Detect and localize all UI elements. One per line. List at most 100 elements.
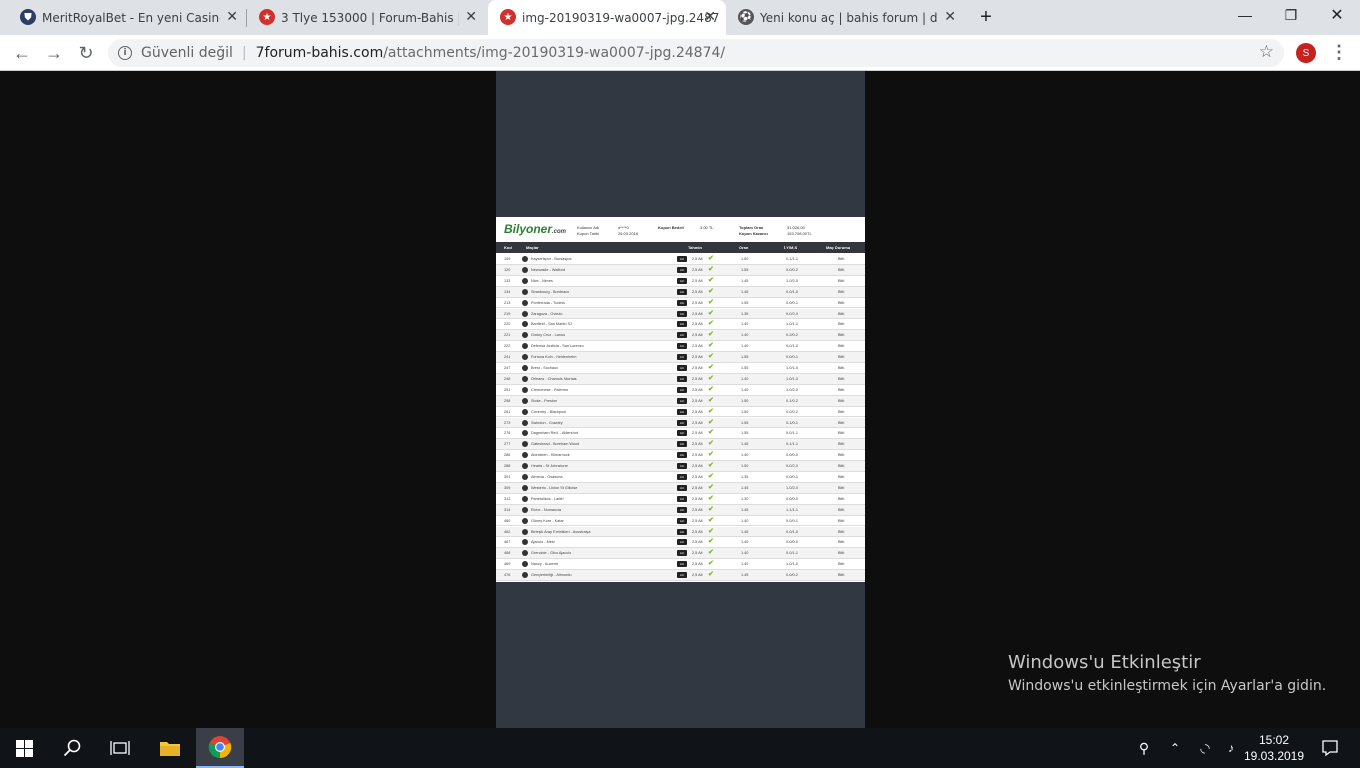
row-prediction: 2,5 Alt [692,267,703,272]
row-prediction: 2,5 Alt [692,507,703,512]
start-button[interactable] [0,728,48,768]
row-odds: 1.55 [741,366,749,370]
row-score: 0-2/0-2 [786,333,799,338]
row-match: Nice - Nimes [531,278,553,283]
close-icon[interactable]: ✕ [226,8,238,25]
col-mac-durumu: Maç Durumu [826,245,851,250]
row-odds: 1.45 [741,442,749,447]
col-tahmin: Tahmin [688,245,702,250]
row-odds: 1.50 [741,398,749,403]
chevron-up-icon[interactable]: ⌃ [1160,728,1190,768]
tab-forum-bahis[interactable]: ★ 3 Tlye 153000 | Forum-Bahis | Be ✕ [259,0,477,35]
minimize-button[interactable]: — [1222,0,1268,30]
clock[interactable]: 15:02 19.03.2019 [1242,732,1306,764]
task-view-icon[interactable] [96,728,144,768]
row-code: 276 [504,431,511,436]
value-stake: 3.00 TL [700,225,714,230]
market-badge: AU [677,484,687,491]
file-explorer-icon[interactable] [146,728,194,768]
table-row: AU ✔ 241 Fortuna Koln - Heidenheim 2,5 Alt 1.… [496,352,865,363]
row-odds: 1.45 [741,507,749,512]
row-code: 247 [504,366,511,370]
row-match: Grenoble - Gfco Ajaccio [531,551,572,556]
row-match: Hearts - St Johnstone [531,464,568,469]
close-icon[interactable]: ✕ [944,8,956,25]
row-score: 0-0/0-2 [786,409,799,414]
back-button[interactable]: ← [6,35,38,71]
row-odds: 1.40 [741,562,749,567]
market-badge: AU [677,310,687,317]
soccer-ball-icon [522,288,528,295]
network-icon[interactable]: ◟◝ [1192,728,1218,768]
row-status: Bitti [838,562,845,567]
restore-button[interactable]: ❐ [1268,0,1314,30]
soccer-ball-icon [522,299,528,306]
forward-button[interactable]: → [38,35,70,71]
label-total-odds: Toplam Oran [739,225,764,230]
market-badge: AU [677,299,687,306]
tab-meritroyalbet[interactable]: ⛊ MeritRoyalBet - En yeni Casino ve ✕ [20,0,238,35]
row-code: 248 [504,376,511,381]
soccer-ball-icon [522,452,528,459]
chrome-taskbar-button[interactable] [196,728,244,768]
row-status: Bitti [838,398,845,403]
row-code: 251 [504,387,511,392]
soccer-ball-icon [522,484,528,491]
row-status: Bitti [838,311,845,316]
bookmark-star-icon[interactable]: ☆ [1259,42,1274,62]
tab-image-active[interactable]: ★ img-20190319-wa0007-jpg.2487 ✕ [488,0,726,35]
search-icon[interactable] [48,728,96,768]
checkmark-icon: ✔ [708,353,714,361]
close-window-button[interactable]: ✕ [1314,0,1360,30]
row-code: 273 [504,420,511,425]
table-row: AU ✔ 251 Cremonese - Palermo 2,5 Alt 1.40 1-0/… [496,385,865,396]
address-bar[interactable]: i Güvenli değil | 7forum-bahis.com /atta… [108,39,1284,67]
market-badge: AU [677,332,687,339]
row-code: 468 [504,551,511,556]
row-status: Bitti [838,420,845,425]
tab-yeni-konu[interactable]: ⚽ Yeni konu aç | bahis forum | dene ✕ [738,0,956,35]
row-status: Bitti [838,475,845,479]
row-score: 0-0/0-1 [786,475,799,479]
table-row: AU ✔ 134 Strasbourg - Bordeaux 2,5 Alt 1.45 0-… [496,286,865,298]
avatar[interactable]: S [1296,43,1316,63]
row-prediction: 2,5 Alt [692,551,703,556]
info-icon[interactable]: i [118,46,132,60]
notification-center-icon[interactable] [1306,728,1354,768]
value-winnings: 153.708,00TL [787,231,812,236]
row-prediction: 2,5 Alt [692,431,703,436]
row-prediction: 2,5 Alt [692,355,703,360]
row-status: Bitti [838,551,845,556]
market-badge: AU [677,419,687,426]
row-odds: 1.55 [741,355,749,360]
row-score: 0-0/1-0 [786,344,799,349]
label-stake: Kupon Bedeli [658,225,684,230]
row-odds: 1.40 [741,376,749,381]
row-code: 314 [504,507,511,512]
row-score: 0-0/1-0 [786,289,799,294]
checkmark-icon: ✔ [708,298,714,306]
row-match: Ponferrada - Tudela [531,300,565,305]
soccer-ball-icon [522,561,528,568]
security-label[interactable]: Güvenli değil [141,45,233,61]
row-status: Bitti [838,322,845,327]
volume-icon[interactable]: ♪ [1218,728,1244,768]
row-prediction: 2,5 Alt [692,387,703,392]
table-row: AU ✔ 467 Ajaccio - Metz 2,5 Alt 1.40 0-0/0-0 Bi… [496,537,865,549]
reload-button[interactable]: ↻ [70,35,102,71]
row-match: Westerlo - Union St Gilloise [531,485,578,490]
checkmark-icon: ✔ [708,374,714,382]
close-icon[interactable]: ✕ [704,8,716,25]
row-prediction: 2,5 Alt [692,573,703,578]
soccer-ball-icon: ⚽ [738,9,754,25]
row-status: Bitti [838,529,845,534]
row-status: Bitti [838,431,845,436]
close-icon[interactable]: ✕ [465,8,477,25]
market-badge: AU [677,288,687,295]
row-score: 0-0/1-1 [786,431,799,436]
row-match: Birleşik Arap Emirlikleri - Avustralya [531,529,591,534]
checkmark-icon: ✔ [708,265,714,273]
row-prediction: 2,5 Alt [692,376,703,381]
menu-kebab-icon[interactable]: ⋮ [1330,42,1348,63]
new-tab-button[interactable]: + [964,2,1008,32]
